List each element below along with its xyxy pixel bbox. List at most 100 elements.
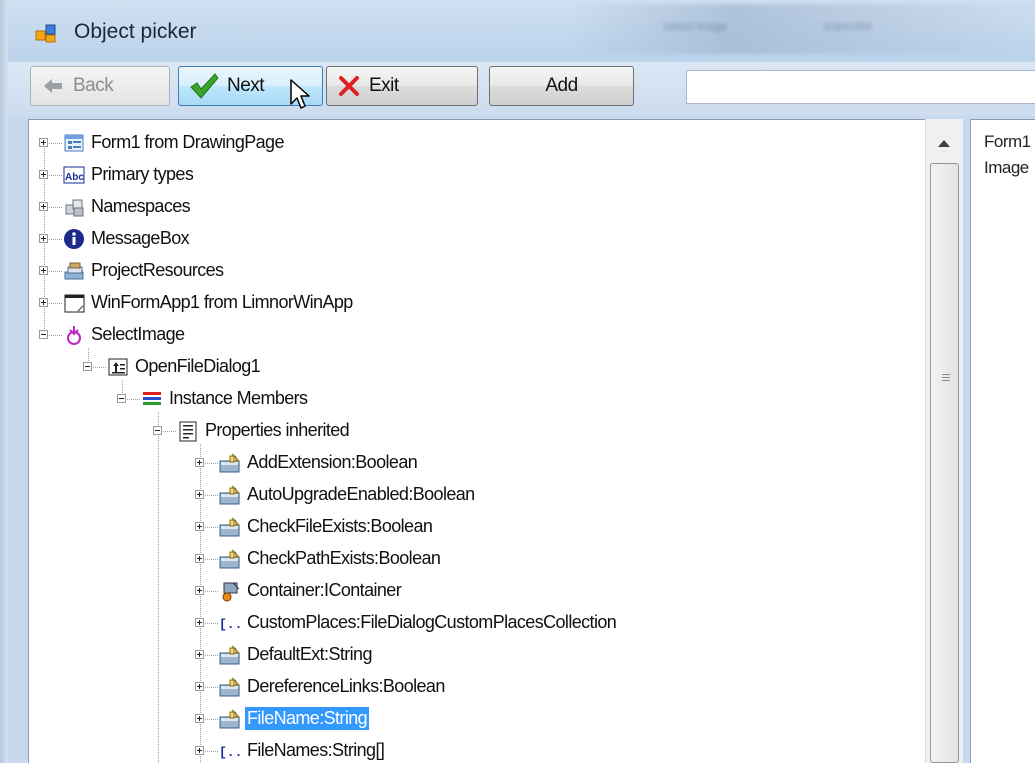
collapse-toggle-icon[interactable] <box>117 394 126 403</box>
scrollbar-thumb[interactable] <box>930 163 959 763</box>
tree-item-label: CheckFileExists:Boolean <box>247 516 433 536</box>
property-icon <box>219 677 241 697</box>
expand-toggle-icon[interactable] <box>195 490 204 499</box>
tree-item[interactable]: OpenFileDialog1 <box>0 352 925 382</box>
property-icon <box>219 709 241 729</box>
grip-line <box>942 374 950 375</box>
app-window-icon <box>64 294 85 313</box>
tree-line <box>49 143 63 144</box>
tree-item[interactable]: ProjectResources <box>0 256 925 286</box>
scroll-up-arrow-icon[interactable] <box>938 140 950 147</box>
tree-line <box>205 559 219 560</box>
namespace-blocks-icon <box>65 199 84 217</box>
tree-item-label: Instance Members <box>169 388 308 408</box>
tree-line <box>205 463 219 464</box>
expand-toggle-icon[interactable] <box>195 618 204 627</box>
tree-item[interactable]: CheckFileExists:Boolean <box>0 512 925 542</box>
tree-line <box>127 399 141 400</box>
tree-vertical-scrollbar[interactable] <box>925 119 963 763</box>
expand-toggle-icon[interactable] <box>195 746 204 755</box>
abc-text-icon: Abc <box>63 166 85 184</box>
tree-item-label: ProjectResources <box>91 260 224 280</box>
back-button-label: Back <box>73 75 114 96</box>
details-panel: Form1 Image <box>970 119 1035 763</box>
background-title-1: Select Image <box>663 21 728 33</box>
back-arrow-icon <box>44 79 62 93</box>
collapse-toggle-icon[interactable] <box>39 330 48 339</box>
tree-item[interactable]: AddExtension:Boolean <box>0 448 925 478</box>
tree-line <box>49 175 63 176</box>
tree-line <box>93 367 107 368</box>
tree-line <box>205 751 219 752</box>
tree-line <box>49 271 63 272</box>
expand-toggle-icon[interactable] <box>39 298 48 307</box>
expand-toggle-icon[interactable] <box>39 138 48 147</box>
tree-item-label: AddExtension:Boolean <box>247 452 418 472</box>
property-icon <box>219 517 241 537</box>
details-line-2: Image <box>984 158 1029 177</box>
expand-toggle-icon[interactable] <box>195 714 204 723</box>
expand-toggle-icon[interactable] <box>39 170 48 179</box>
add-button-label: Add <box>545 75 578 96</box>
tree-line <box>205 719 219 720</box>
tree-item-label: DereferenceLinks:Boolean <box>247 676 445 696</box>
back-button[interactable]: Back <box>30 66 170 106</box>
tree-item[interactable]: MessageBox <box>0 224 925 254</box>
title-bar: Select Image Subscribe Object picker <box>8 0 1035 68</box>
expand-toggle-icon[interactable] <box>195 682 204 691</box>
tree-line <box>205 687 219 688</box>
tree-line <box>49 303 63 304</box>
tree-line <box>205 495 219 496</box>
tree-item-label: FileName:String <box>245 707 370 730</box>
tree-item[interactable]: CheckPathExists:Boolean <box>0 544 925 574</box>
tree-item[interactable]: SelectImage <box>0 320 925 350</box>
collapse-toggle-icon[interactable] <box>83 362 92 371</box>
window-title: Object picker <box>74 20 197 43</box>
tree-line <box>49 207 63 208</box>
expand-toggle-icon[interactable] <box>195 650 204 659</box>
tree-item-label: Form1 from DrawingPage <box>91 132 284 152</box>
app-icon <box>35 24 56 43</box>
details-line-1: Form1 <box>984 132 1031 151</box>
tree-item-label: FileNames:String[] <box>247 740 385 760</box>
tree-item[interactable]: DefaultExt:String <box>0 640 925 670</box>
tree-item[interactable]: WinFormApp1 from LimnorWinApp <box>0 288 925 318</box>
tree-item[interactable]: Instance Members <box>0 384 925 414</box>
expand-toggle-icon[interactable] <box>195 522 204 531</box>
tree-item[interactable]: Container:IContainer <box>0 576 925 606</box>
tree-item[interactable]: [..] CustomPlaces:FileDialogCustomPlacesC… <box>0 608 925 638</box>
tree-item-label: CheckPathExists:Boolean <box>247 548 441 568</box>
tree-item[interactable]: AutoUpgradeEnabled:Boolean <box>0 480 925 510</box>
expand-toggle-icon[interactable] <box>39 266 48 275</box>
tree-line <box>205 655 219 656</box>
search-input[interactable] <box>686 70 1035 104</box>
tree-item[interactable]: FileName:String <box>0 704 925 734</box>
exit-button-label: Exit <box>369 75 399 96</box>
expand-toggle-icon[interactable] <box>195 458 204 467</box>
tree-item-label: Namespaces <box>91 196 191 216</box>
tree-item[interactable]: DereferenceLinks:Boolean <box>0 672 925 702</box>
expand-toggle-icon[interactable] <box>39 234 48 243</box>
close-x-icon <box>339 76 359 96</box>
tree-item[interactable]: Abc Primary types <box>0 160 925 190</box>
tree-item[interactable]: Form1 from DrawingPage <box>0 128 925 158</box>
expand-toggle-icon[interactable] <box>195 554 204 563</box>
tree-line <box>49 335 63 336</box>
members-icon <box>143 392 161 405</box>
expand-toggle-icon[interactable] <box>195 586 204 595</box>
svg-text:[..]: [..] <box>219 617 241 632</box>
tree-item[interactable]: Namespaces <box>0 192 925 222</box>
method-icon <box>67 326 81 345</box>
tree-item[interactable]: [..] FileNames:String[] <box>0 736 925 766</box>
add-button[interactable]: Add <box>489 66 634 106</box>
svg-text:Abc: Abc <box>65 172 84 183</box>
tree-item-label: SelectImage <box>91 324 185 344</box>
container-property-icon <box>222 582 240 602</box>
collapse-toggle-icon[interactable] <box>153 426 162 435</box>
tree-item[interactable]: Properties inherited <box>0 416 925 446</box>
dialog-component-icon <box>108 358 128 376</box>
form-icon <box>64 134 84 152</box>
exit-button[interactable]: Exit <box>326 66 478 106</box>
expand-toggle-icon[interactable] <box>39 202 48 211</box>
grip-line <box>942 380 950 381</box>
